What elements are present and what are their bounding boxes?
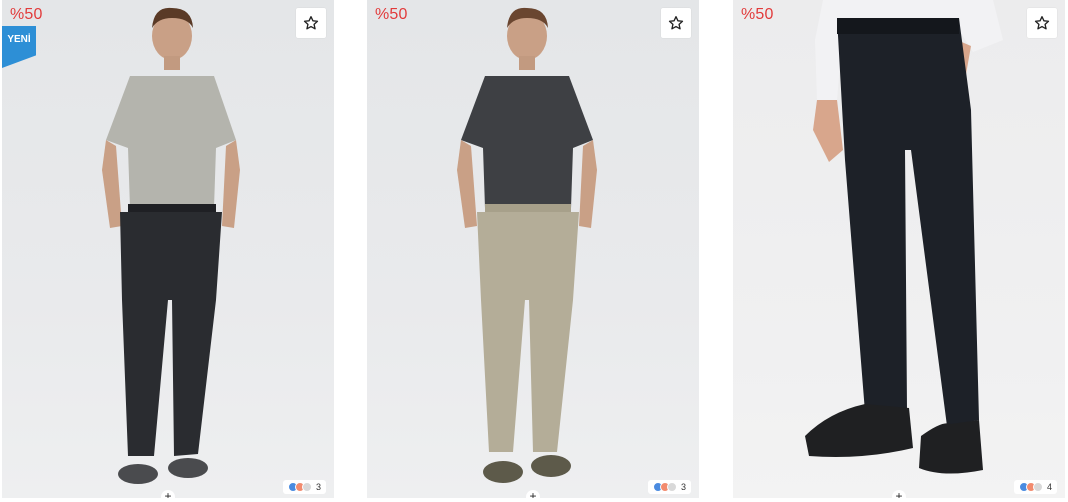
color-options-badge[interactable]: 4 [1013,480,1057,494]
color-options-badge[interactable]: 3 [647,480,691,494]
star-icon [303,16,319,30]
product-card[interactable]: %50 YENİ 3 + [2,0,334,498]
color-count: 3 [315,482,321,492]
product-image[interactable] [733,0,1065,498]
product-grid: %50 YENİ 3 + %50 3 + %50 4 + [0,0,1068,502]
product-card[interactable]: %50 4 + [733,0,1065,498]
add-to-cart-button[interactable]: + [526,490,540,498]
favorite-button[interactable] [661,8,691,38]
color-swatch-icon [1018,482,1043,492]
favorite-button[interactable] [1027,8,1057,38]
star-icon [1034,16,1050,30]
discount-label: %50 [741,6,774,23]
product-image[interactable] [2,0,334,498]
add-to-cart-button[interactable]: + [161,490,175,498]
product-image[interactable] [367,0,699,498]
add-to-cart-button[interactable]: + [892,490,906,498]
new-badge-label: YENİ [7,34,31,45]
favorite-button[interactable] [296,8,326,38]
discount-label: %50 [375,6,408,23]
color-swatch-icon [287,482,312,492]
star-icon [668,16,684,30]
color-swatch-icon [652,482,677,492]
color-count: 4 [1046,482,1052,492]
color-count: 3 [680,482,686,492]
color-options-badge[interactable]: 3 [282,480,326,494]
product-card[interactable]: %50 3 + [367,0,699,498]
discount-label: %50 [10,6,43,23]
